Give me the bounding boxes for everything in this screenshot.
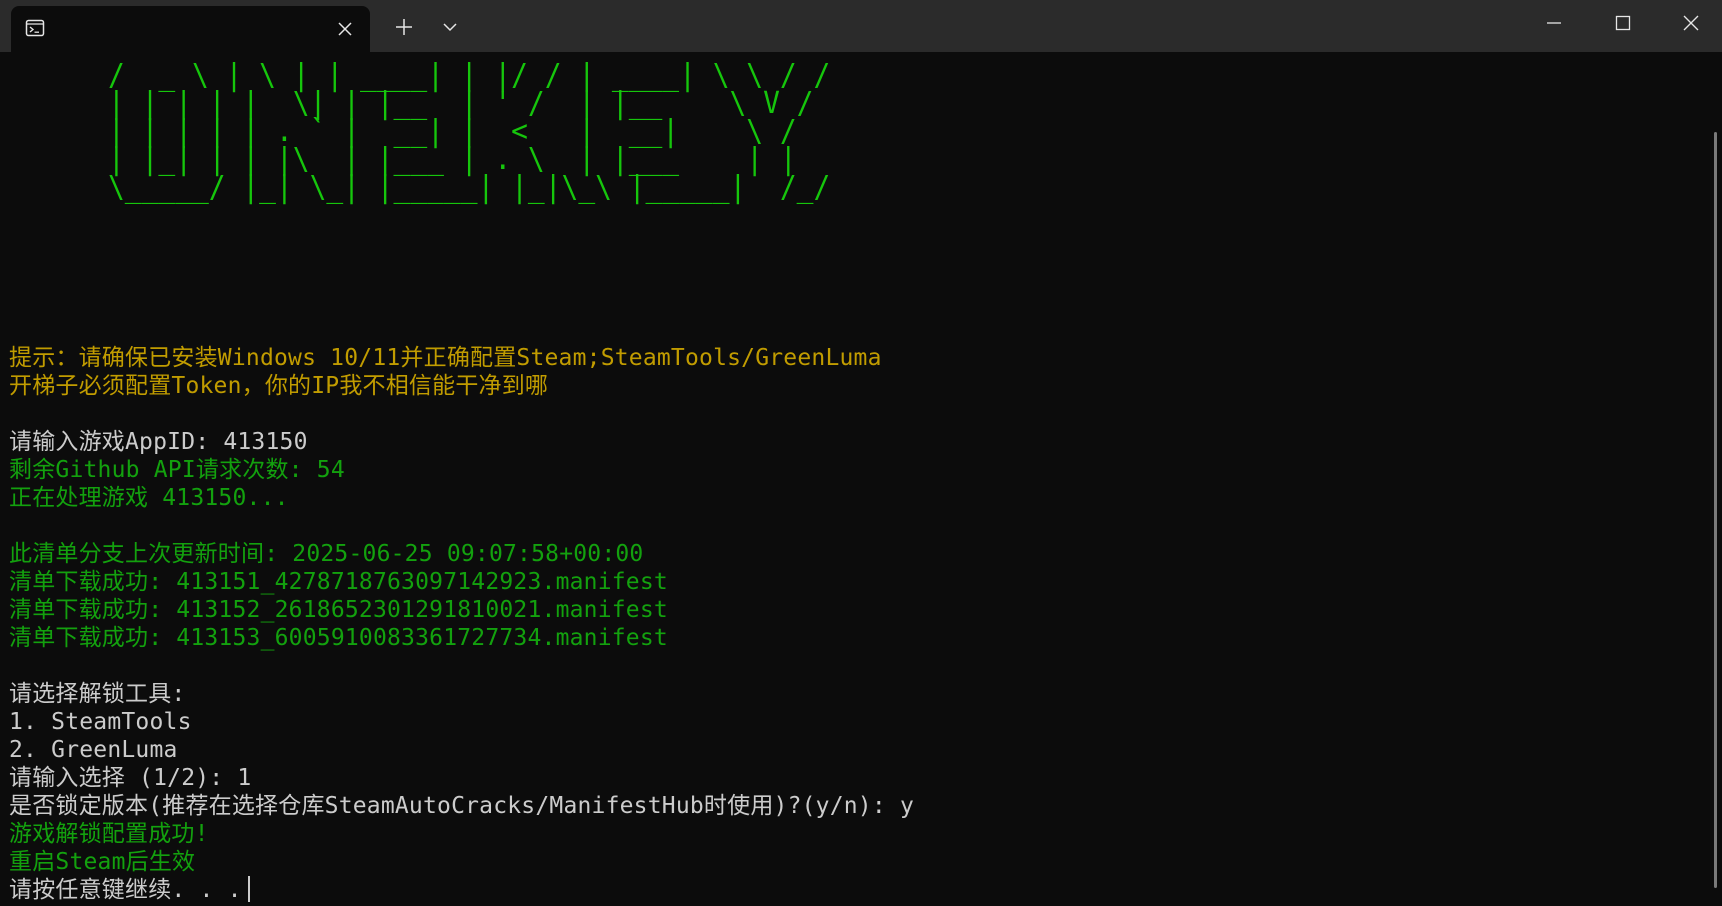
plus-icon xyxy=(396,19,412,35)
terminal-icon xyxy=(25,18,45,38)
minimize-icon xyxy=(1547,22,1561,24)
appid-prompt: 请输入游戏AppID: 413150 xyxy=(9,429,308,455)
close-window-button[interactable] xyxy=(1657,0,1722,46)
tool-option-2: 2. GreenLuma xyxy=(9,737,178,763)
minimize-button[interactable] xyxy=(1520,0,1588,46)
tip-line-1: 提示：请确保已安装Windows 10/11并正确配置Steam;SteamTo… xyxy=(9,345,882,371)
tab-dropdown-button[interactable] xyxy=(430,8,470,46)
press-any-key-text: 请按任意键继续. . . xyxy=(9,877,242,903)
terminal-tab[interactable] xyxy=(11,6,370,52)
branch-update-line: 此清单分支上次更新时间: 2025-06-25 09:07:58+00:00 xyxy=(9,541,644,567)
tool-select-prompt: 请选择解锁工具: xyxy=(9,681,186,707)
console-lines: 提示：请确保已安装Windows 10/11并正确配置Steam;SteamTo… xyxy=(9,344,1699,904)
lock-version-line: 是否锁定版本(推荐在选择仓库SteamAutoCracks/ManifestHu… xyxy=(9,793,914,819)
maximize-button[interactable] xyxy=(1589,0,1657,46)
api-remaining-line: 剩余Github API请求次数: 54 xyxy=(9,457,345,483)
processing-line: 正在处理游戏 413150... xyxy=(9,485,289,511)
close-icon xyxy=(1683,15,1699,31)
close-tab-button[interactable] xyxy=(331,15,359,43)
unlock-success-line: 游戏解锁配置成功! xyxy=(9,821,209,847)
manifest-download-line: 清单下载成功: 413153_6005910083361727734.manif… xyxy=(9,625,668,651)
close-icon xyxy=(338,22,352,36)
title-bar[interactable] xyxy=(0,0,1722,52)
new-tab-button[interactable] xyxy=(384,8,424,46)
manifest-download-line: 清单下载成功: 413151_4278718763097142923.manif… xyxy=(9,569,668,595)
manifest-download-line: 清单下载成功: 413152_2618652301291810021.manif… xyxy=(9,597,668,623)
maximize-icon xyxy=(1615,15,1631,31)
chevron-down-icon xyxy=(443,23,457,32)
terminal-scrollbar[interactable] xyxy=(1714,132,1717,888)
choice-input-line: 请输入选择 (1/2): 1 xyxy=(9,765,252,791)
tip-line-2: 开梯子必须配置Token，你的IP我不相信能干净到哪 xyxy=(9,373,549,399)
press-any-key-line[interactable]: 请按任意键继续. . . xyxy=(9,876,1699,904)
terminal-window: / _ \ | \ | | ____| | |/ / | ____| \ \ /… xyxy=(0,0,1722,906)
tool-option-1: 1. SteamTools xyxy=(9,709,192,735)
ascii-banner: / _ \ | \ | | ____| | |/ / | ____| \ \ /… xyxy=(108,61,864,205)
text-cursor xyxy=(247,876,250,902)
terminal-output[interactable]: / _ \ | \ | | ____| | |/ / | ____| \ \ /… xyxy=(0,52,1706,906)
restart-steam-line: 重启Steam后生效 xyxy=(9,849,196,875)
banner-line: \_____/ |_| \_| |_____| |_|\_\ |_____| /… xyxy=(108,170,864,205)
